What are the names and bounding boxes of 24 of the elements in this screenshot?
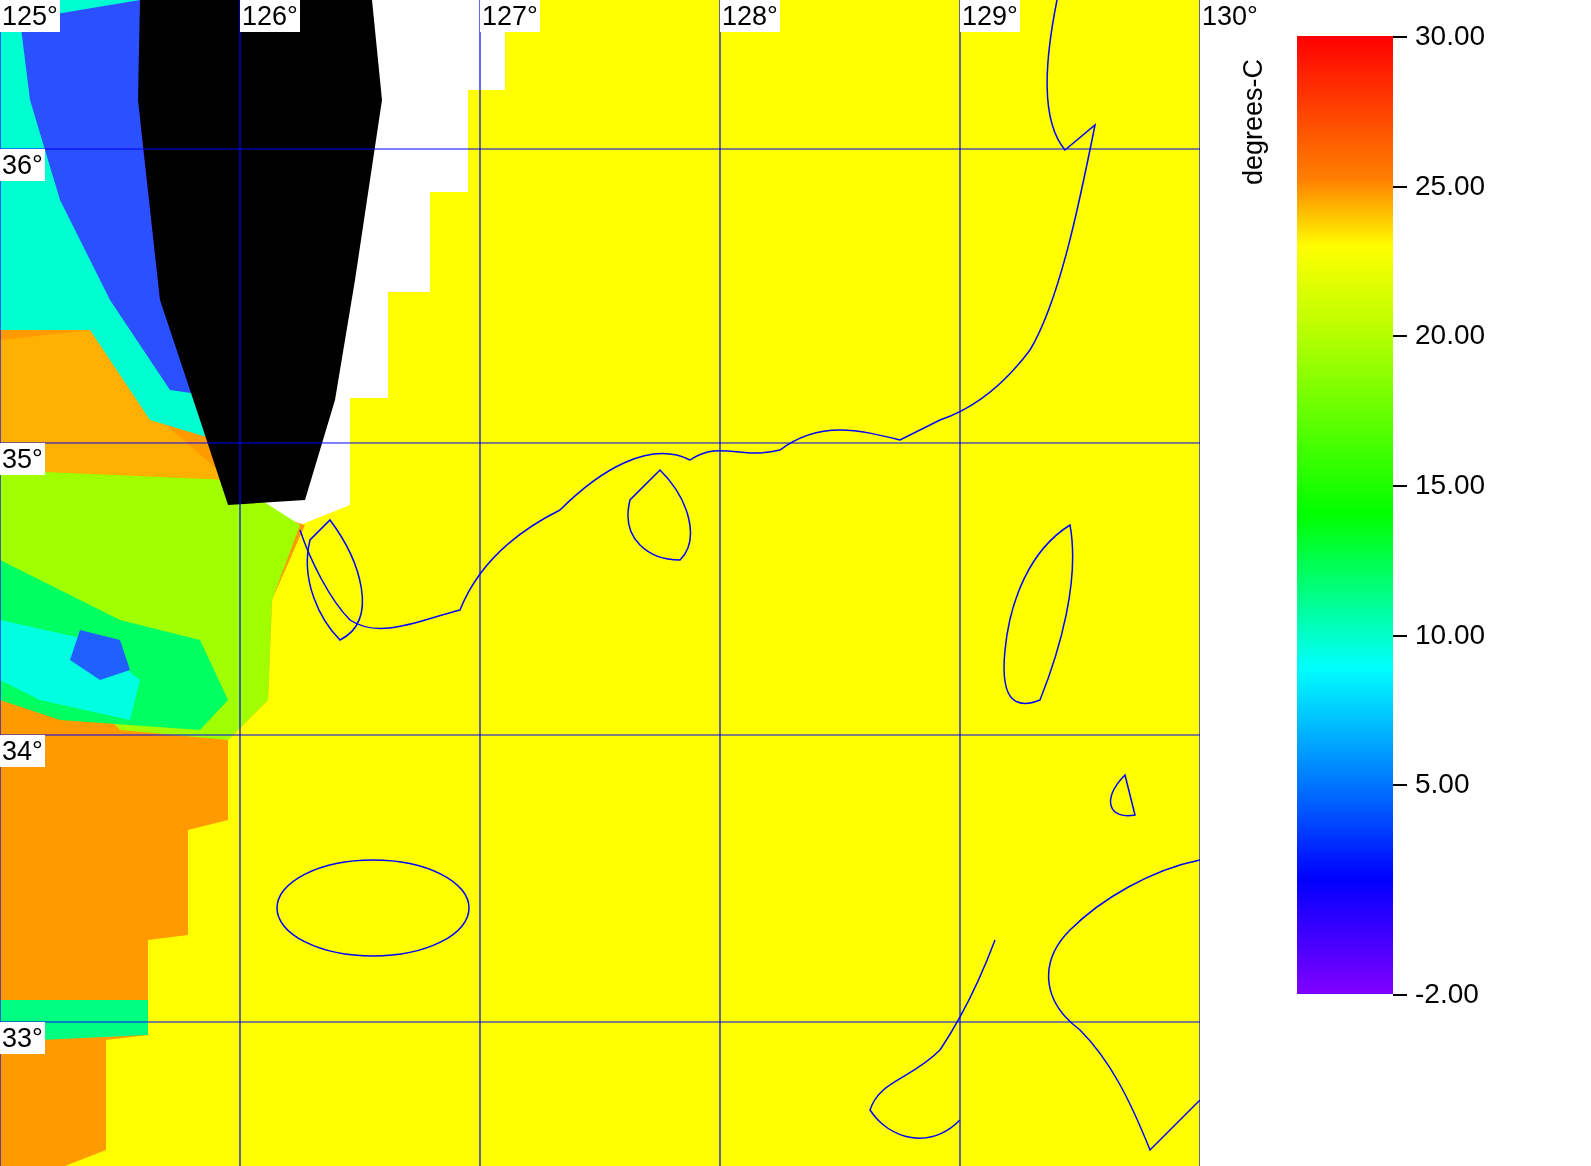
colorbar-tick-label: 10.00	[1415, 618, 1486, 651]
colorbar-tick	[1393, 185, 1407, 188]
colorbar-tick-label: -2.00	[1415, 978, 1479, 1010]
colorbar-tick-label: 25.00	[1415, 169, 1486, 202]
colorbar-tick-label: 15.00	[1415, 469, 1486, 502]
colorbar-tick-label: 20.00	[1415, 319, 1486, 352]
longitude-label: 126°	[240, 0, 300, 32]
latitude-label: 33°	[0, 1022, 45, 1054]
latitude-label: 36°	[0, 149, 45, 181]
colorbar-tick-label: 5.00	[1415, 768, 1470, 801]
colorbar-tick-label: 30.00	[1415, 20, 1486, 52]
colorbar-tick	[1393, 634, 1407, 637]
colorbar-tick	[1393, 994, 1407, 996]
longitude-label: 129°	[960, 0, 1020, 32]
colorbar-tick	[1393, 36, 1407, 38]
longitude-label: 125°	[0, 0, 60, 32]
colorbar-tick	[1393, 335, 1407, 338]
colorbar-tick	[1393, 784, 1407, 787]
latitude-label: 34°	[0, 735, 45, 767]
latitude-label: 35°	[0, 443, 45, 475]
colorbar-unit-label: degrees-C	[1238, 58, 1268, 185]
colorbar-tick	[1393, 485, 1407, 488]
longitude-label: 128°	[720, 0, 780, 32]
longitude-label: 127°	[480, 0, 540, 32]
